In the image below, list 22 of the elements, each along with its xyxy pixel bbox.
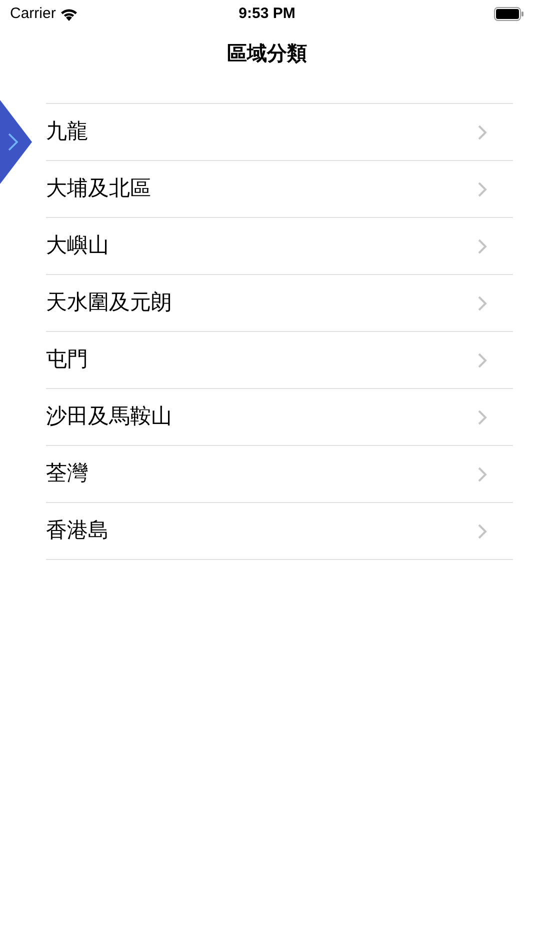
battery-icon xyxy=(494,7,524,21)
nav-title: 區域分類 xyxy=(227,42,307,67)
chevron-right-icon xyxy=(8,133,18,151)
chevron-right-icon xyxy=(478,466,487,482)
region-row[interactable]: 九龍 xyxy=(46,104,513,161)
region-row[interactable]: 大埔及北區 xyxy=(46,161,513,218)
carrier-name: Carrier xyxy=(10,4,56,24)
region-row[interactable]: 天水圍及元朗 xyxy=(46,275,513,332)
chevron-right-icon xyxy=(478,410,487,424)
status-time: 9:53 PM xyxy=(238,4,296,24)
region-row[interactable]: 大嶼山 xyxy=(46,218,513,275)
chevron-right-icon xyxy=(478,352,487,368)
wifi-icon xyxy=(60,8,78,20)
chevron-right-icon xyxy=(478,124,487,140)
chevron-right-icon xyxy=(478,296,487,310)
region-row[interactable]: 沙田及馬鞍山 xyxy=(46,389,513,446)
region-row[interactable]: 香港島 xyxy=(46,503,513,560)
region-row[interactable]: 屯門 xyxy=(46,332,513,389)
chevron-right-icon xyxy=(478,238,487,254)
region-row[interactable]: 荃灣 xyxy=(46,446,513,503)
chevron-right-icon xyxy=(478,182,487,196)
chevron-right-icon xyxy=(478,524,487,538)
